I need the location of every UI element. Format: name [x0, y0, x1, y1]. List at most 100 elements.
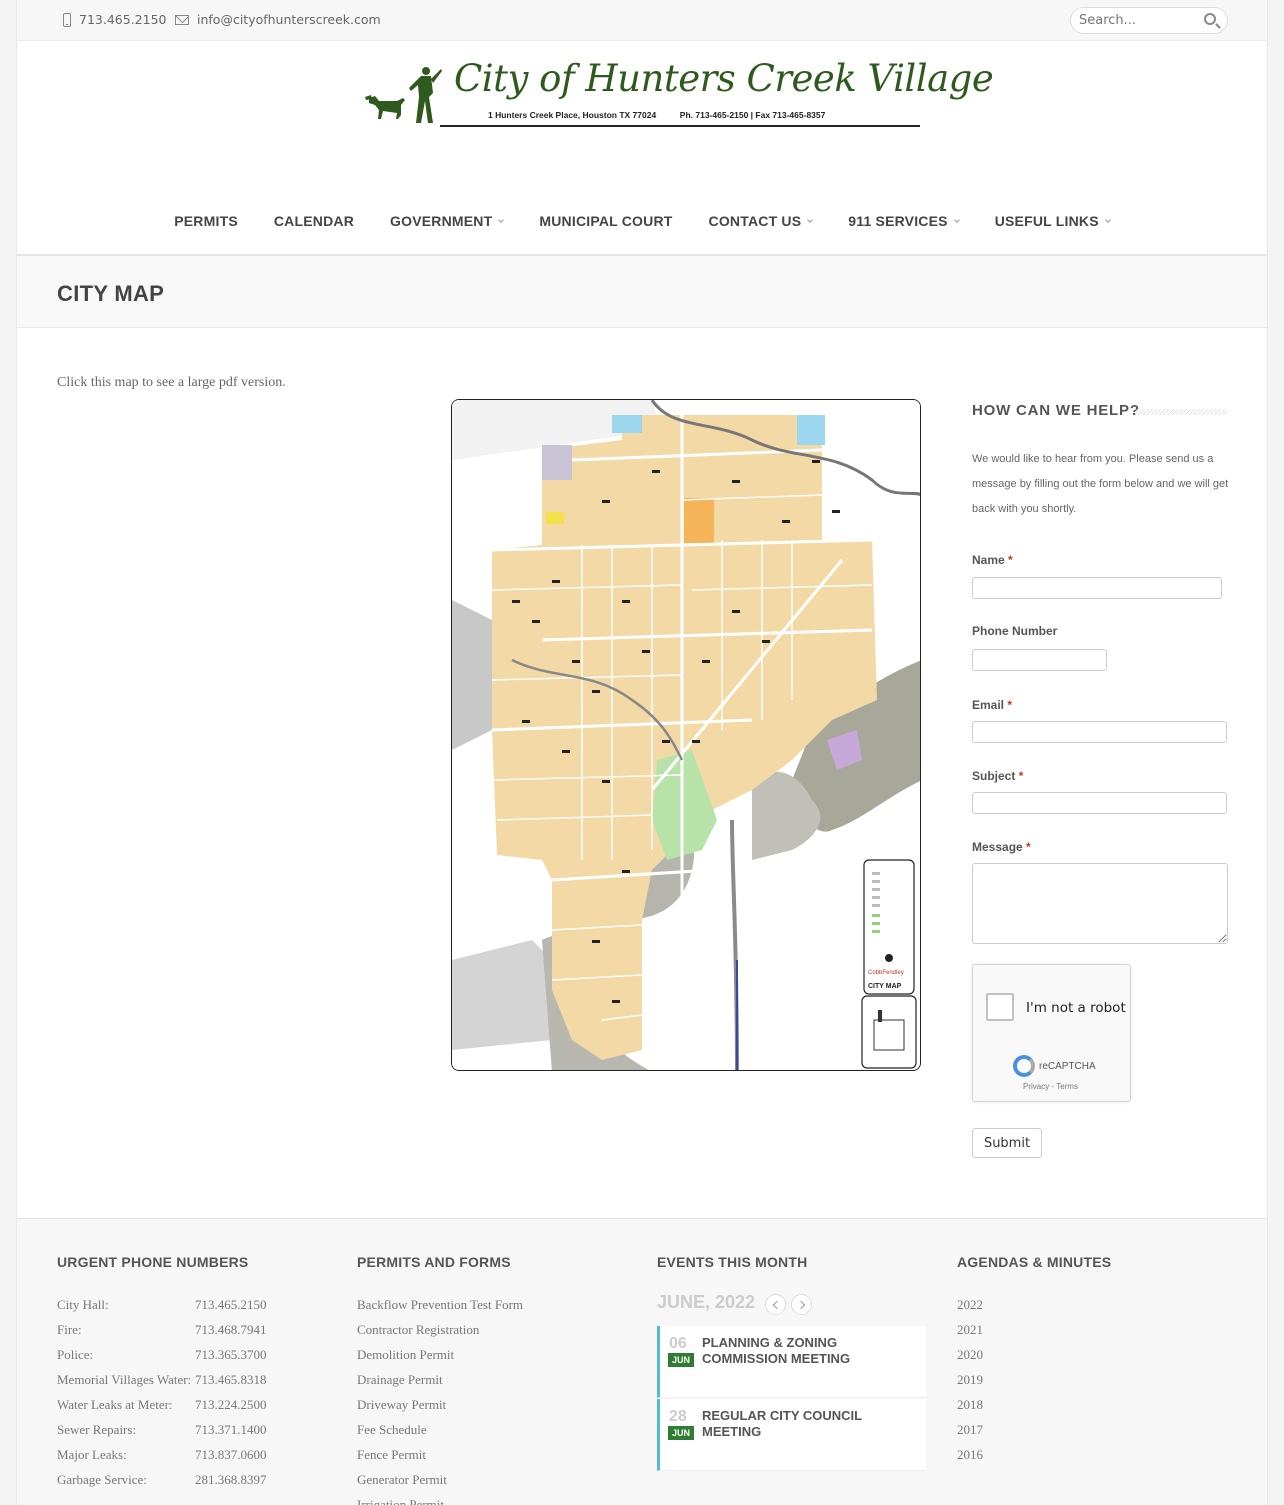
search-icon[interactable]	[1204, 13, 1216, 25]
phone-row-value[interactable]: 713.465.2150	[195, 1297, 267, 1313]
nav-label: CONTACT US	[708, 213, 802, 229]
nav-item-useful-links[interactable]: USEFUL LINKS	[977, 205, 1128, 237]
required-mark: *	[1018, 769, 1024, 783]
nav-item-contact-us[interactable]: CONTACT US	[691, 205, 831, 237]
prev-month-button[interactable]	[765, 1294, 786, 1315]
phone-row-value[interactable]: 713.837.0600	[195, 1447, 267, 1463]
event-month-badge: JUN	[668, 1426, 695, 1440]
phone-row-label: Major Leaks:	[57, 1447, 127, 1462]
submit-button[interactable]: Submit	[972, 1128, 1042, 1158]
subject-label-text: Subject	[972, 769, 1016, 783]
agenda-year-link[interactable]: 2018	[957, 1397, 983, 1413]
nav-item-government[interactable]: GOVERNMENT	[372, 205, 521, 237]
phone-row-label: Police:	[57, 1347, 94, 1362]
nav-label: MUNICIPAL COURT	[539, 213, 673, 229]
name-label-text: Name	[972, 553, 1005, 567]
event-item[interactable]: 28 JUN REGULAR CITY COUNCIL MEETING	[657, 1399, 926, 1471]
permit-link[interactable]: Backflow Prevention Test Form	[357, 1297, 523, 1313]
sidebar-title: HOW CAN WE HELP?	[972, 402, 1140, 419]
phone-row-value[interactable]: 713.468.7941	[195, 1322, 267, 1338]
topbar-email[interactable]: info@cityofhunterscreek.com	[175, 12, 381, 27]
agenda-year-link[interactable]: 2017	[957, 1422, 983, 1438]
permit-link[interactable]: Driveway Permit	[357, 1397, 446, 1413]
phone-row-value[interactable]: 281.368.8397	[195, 1472, 267, 1488]
phone-row-value[interactable]: 713.465.8318	[195, 1372, 267, 1388]
name-label: Name *	[972, 553, 1013, 567]
topbar-email-text: info@cityofhunterscreek.com	[197, 12, 381, 27]
footer-phones-title: URGENT PHONE NUMBERS	[57, 1254, 249, 1270]
name-field[interactable]	[972, 577, 1222, 599]
events-month: JUNE, 2022	[657, 1292, 756, 1312]
phone-row-value[interactable]: 713.365.3700	[195, 1347, 267, 1363]
email-field[interactable]	[972, 721, 1227, 743]
sidebar-text: We would like to hear from you. Please s…	[972, 453, 1229, 515]
map-legend-title: CITY MAP	[868, 983, 902, 990]
topbar-phone-text: 713.465.2150	[79, 12, 167, 27]
permit-link[interactable]: Generator Permit	[357, 1472, 447, 1488]
footer-agendas-title: AGENDAS & MINUTES	[957, 1254, 1112, 1270]
logo-underline	[440, 125, 920, 127]
page-container: 713.465.2150 info@cityofhunterscreek.com…	[16, 0, 1268, 1505]
permit-link[interactable]: Irrigation Permit	[357, 1497, 444, 1505]
phone-row-label: Garbage Service:	[57, 1472, 147, 1487]
recaptcha-widget: I'm not a robot reCAPTCHA Privacy - Term…	[972, 964, 1131, 1102]
nav-item-calendar[interactable]: CALENDAR	[256, 205, 372, 237]
message-label: Message *	[972, 840, 1031, 854]
city-map-image[interactable]: CobbFendley CITY MAP	[451, 399, 921, 1071]
nav-item-municipal-court[interactable]: MUNICIPAL COURT	[521, 205, 690, 237]
top-bar: 713.465.2150 info@cityofhunterscreek.com	[17, 0, 1267, 41]
event-month-badge: JUN	[668, 1353, 695, 1367]
phone-field[interactable]	[972, 649, 1107, 671]
logo-subtitle: 1 Hunters Creek Place, Houston TX 77024 …	[488, 110, 826, 120]
subject-label: Subject *	[972, 769, 1023, 783]
message-label-text: Message	[972, 840, 1023, 854]
chevron-down-icon	[498, 217, 505, 223]
recaptcha-brand: reCAPTCHA	[1039, 1061, 1096, 1072]
required-mark: *	[1007, 698, 1013, 712]
recaptcha-privacy-terms[interactable]: Privacy - Terms	[1023, 1082, 1078, 1091]
permit-link[interactable]: Demolition Permit	[357, 1347, 454, 1363]
agenda-year-link[interactable]: 2021	[957, 1322, 983, 1338]
permit-link[interactable]: Fence Permit	[357, 1447, 426, 1463]
email-label-text: Email	[972, 698, 1005, 712]
phone-row-label: Fire:	[57, 1322, 82, 1337]
agenda-year-link[interactable]: 2022	[957, 1297, 983, 1313]
agenda-year-link[interactable]: 2016	[957, 1447, 983, 1463]
nav-item-911-services[interactable]: 911 SERVICES	[830, 205, 976, 237]
logo-title: City of Hunters Creek Village	[454, 57, 994, 100]
recaptcha-checkbox[interactable]	[986, 993, 1014, 1021]
search-input[interactable]	[1079, 13, 1199, 28]
phone-row-label: Memorial Villages Water:	[57, 1372, 192, 1387]
agenda-year-link[interactable]: 2020	[957, 1347, 983, 1363]
message-field[interactable]	[972, 863, 1228, 944]
nav-label: PERMITS	[174, 213, 238, 229]
phone-label-text: Phone Number	[972, 624, 1058, 638]
event-item[interactable]: 06 JUN PLANNING & ZONING COMMISSION MEET…	[657, 1326, 926, 1398]
next-month-button[interactable]	[791, 1294, 812, 1315]
phone-row-value[interactable]: 713.371.1400	[195, 1422, 267, 1438]
permit-link[interactable]: Contractor Registration	[357, 1322, 479, 1338]
hunter-dog-logo-icon	[365, 67, 442, 123]
phone-label: Phone Number	[972, 624, 1057, 638]
event-title: REGULAR CITY COUNCIL MEETING	[702, 1408, 862, 1439]
footer-events-title: EVENTS THIS MONTH	[657, 1254, 808, 1270]
city-map-drawing: CobbFendley CITY MAP	[452, 400, 920, 1070]
event-title: PLANNING & ZONING COMMISSION MEETING	[702, 1335, 851, 1366]
subject-field[interactable]	[972, 792, 1227, 814]
chevron-down-icon	[1104, 217, 1111, 223]
nav-item-permits[interactable]: PERMITS	[156, 205, 256, 237]
permit-link[interactable]: Drainage Permit	[357, 1372, 443, 1388]
phone-row-label: Sewer Repairs:	[57, 1422, 137, 1437]
permit-link[interactable]: Fee Schedule	[357, 1422, 427, 1438]
chevron-down-icon	[807, 217, 814, 223]
phone-row-value[interactable]: 713.224.2500	[195, 1397, 267, 1413]
nav-label: USEFUL LINKS	[994, 213, 1099, 229]
page-title: CITY MAP	[57, 281, 165, 306]
site-logo[interactable]: City of Hunters Creek Village 1 Hunters …	[363, 55, 994, 135]
topbar-phone[interactable]: 713.465.2150	[63, 12, 166, 27]
map-legend-brand: CobbFendley	[868, 970, 904, 976]
nav-label: 911 SERVICES	[848, 213, 948, 229]
phone-icon	[63, 12, 71, 27]
agenda-year-link[interactable]: 2019	[957, 1372, 983, 1388]
map-intro-text: Click this map to see a large pdf versio…	[57, 375, 286, 390]
